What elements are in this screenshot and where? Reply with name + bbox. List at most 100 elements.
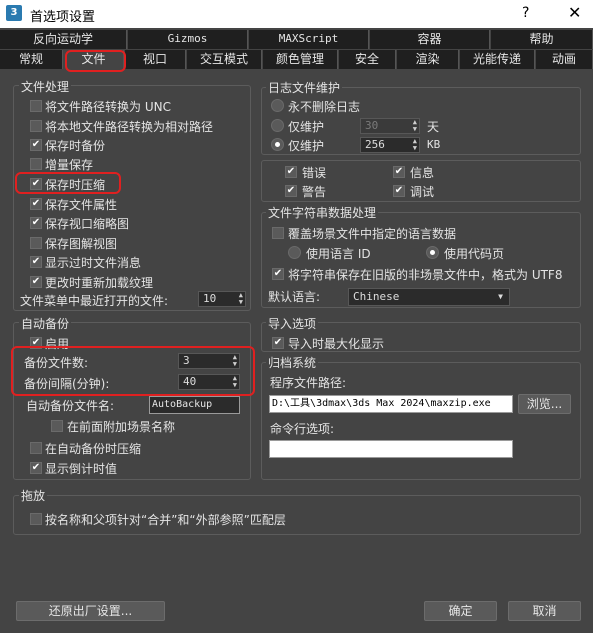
import-maximize-label: 导入时最大化显示 <box>288 337 385 351</box>
save-file-properties-checkbox[interactable] <box>30 198 42 210</box>
save-viewport-thumbnail-label: 保存视口缩略图 <box>45 217 130 231</box>
use-code-page-radio[interactable] <box>426 246 439 259</box>
tab-general[interactable]: 常规 <box>0 50 63 69</box>
recent-files-label: 文件菜单中最近打开的文件: <box>20 294 169 308</box>
close-icon[interactable]: ✕ <box>568 3 581 22</box>
keep-kb-spinner[interactable]: 256 ▲ ▼ <box>360 137 420 153</box>
keep-days-value: 30 <box>365 119 379 132</box>
tab-radiosity[interactable]: 光能传递 <box>460 50 535 69</box>
unc-path-label: 将文件路径转换为 UNC <box>45 100 171 114</box>
never-delete-log-label: 永不删除日志 <box>288 100 361 114</box>
backup-interval-value: 40 <box>183 375 197 388</box>
tab-interaction-mode[interactable]: 交互模式 <box>187 50 262 69</box>
tab-help[interactable]: 帮助 <box>491 30 593 49</box>
log-title: 日志文件维护 <box>266 79 343 96</box>
compress-on-save-checkbox[interactable] <box>30 178 42 190</box>
auto-backup-enable-checkbox[interactable] <box>30 337 42 349</box>
log-info-checkbox[interactable] <box>393 166 405 178</box>
keep-kb-radio[interactable] <box>271 138 284 151</box>
browse-button[interactable]: 浏览... <box>518 394 571 414</box>
save-file-properties-label: 保存文件属性 <box>45 198 118 212</box>
spinner-arrows-icon[interactable]: ▲ ▼ <box>239 292 243 306</box>
save-utf8-checkbox[interactable] <box>272 268 284 280</box>
backup-count-spinner[interactable]: 3 ▲ ▼ <box>178 353 240 369</box>
default-language-value: Chinese <box>353 290 400 303</box>
match-layers-label: 按名称和父项针对“合并”和“外部参照”匹配层 <box>45 513 286 527</box>
override-language-label: 覆盖场景文件中指定的语言数据 <box>288 227 457 241</box>
backup-filename-input[interactable]: AutoBackup <box>149 396 240 414</box>
log-errors-checkbox[interactable] <box>285 166 297 178</box>
file-handling-title: 文件处理 <box>19 78 72 95</box>
program-path-label: 程序文件路径: <box>270 376 347 390</box>
use-language-id-radio[interactable] <box>288 246 301 259</box>
save-utf8-label: 将字符串保存在旧版的非场景文件中，格式为 UTF8 <box>288 268 563 282</box>
compress-backup-checkbox[interactable] <box>30 442 42 454</box>
use-language-id-label: 使用语言 ID <box>306 247 371 261</box>
show-old-file-message-checkbox[interactable] <box>30 256 42 268</box>
keep-kb-value: 256 <box>365 138 385 151</box>
backup-interval-label: 备份间隔(分钟): <box>24 377 110 391</box>
match-layers-checkbox[interactable] <box>30 513 42 525</box>
spinner-arrows-icon[interactable]: ▲ ▼ <box>413 138 417 152</box>
drag-drop-title: 拖放 <box>19 487 48 504</box>
import-maximize-checkbox[interactable] <box>272 337 284 349</box>
tab-security[interactable]: 安全 <box>339 50 396 69</box>
spinner-arrows-icon[interactable]: ▲ ▼ <box>233 354 237 368</box>
prepend-scene-name-checkbox[interactable] <box>51 420 63 432</box>
relative-path-checkbox[interactable] <box>30 120 42 132</box>
default-language-label: 默认语言: <box>268 290 321 304</box>
show-countdown-label: 显示倒计时值 <box>45 462 118 476</box>
tab-containers[interactable]: 容器 <box>370 30 490 49</box>
save-schematic-view-label: 保存图解视图 <box>45 237 118 251</box>
backup-on-save-label: 保存时备份 <box>45 139 106 153</box>
help-button[interactable]: ? <box>522 5 529 21</box>
override-language-checkbox[interactable] <box>272 227 284 239</box>
app-icon: 3 <box>6 5 22 21</box>
save-viewport-thumbnail-checkbox[interactable] <box>30 217 42 229</box>
keep-days-unit: 天 <box>427 120 440 134</box>
backup-on-save-checkbox[interactable] <box>30 139 42 151</box>
tab-viewports[interactable]: 视口 <box>125 50 186 69</box>
backup-interval-spinner[interactable]: 40 ▲ ▼ <box>178 374 240 390</box>
keep-days-label: 仅维护 <box>288 120 325 134</box>
keep-days-spinner[interactable]: 30 ▲ ▼ <box>360 118 420 134</box>
tab-maxscript[interactable]: MAXScript <box>249 30 369 49</box>
cancel-button[interactable]: 取消 <box>508 601 581 621</box>
default-language-dropdown[interactable]: Chinese ▼ <box>348 288 510 306</box>
unc-path-checkbox[interactable] <box>30 100 42 112</box>
archive-title: 归档系统 <box>266 354 319 371</box>
keep-kb-unit: KB <box>427 138 441 151</box>
tab-animation[interactable]: 动画 <box>536 50 593 69</box>
compress-backup-label: 在自动备份时压缩 <box>45 442 142 456</box>
tab-gizmos[interactable]: Gizmos <box>128 30 248 49</box>
recent-files-spinner[interactable]: 10 ▲ ▼ <box>198 291 246 307</box>
spinner-arrows-icon[interactable]: ▲ ▼ <box>233 375 237 389</box>
use-code-page-label: 使用代码页 <box>444 247 505 261</box>
restore-defaults-button[interactable]: 还原出厂设置... <box>16 601 165 621</box>
ok-button[interactable]: 确定 <box>424 601 497 621</box>
relative-path-label: 将本地文件路径转换为相对路径 <box>45 120 214 134</box>
command-line-input[interactable] <box>269 440 513 458</box>
spinner-arrows-icon[interactable]: ▲ ▼ <box>413 119 417 133</box>
keep-days-radio[interactable] <box>271 119 284 132</box>
tab-color-management[interactable]: 颜色管理 <box>263 50 338 69</box>
backup-filename-label: 自动备份文件名: <box>26 399 115 413</box>
reload-textures-checkbox[interactable] <box>30 276 42 288</box>
show-countdown-checkbox[interactable] <box>30 462 42 474</box>
title-bar: 3 首选项设置 ? ✕ <box>0 0 593 28</box>
never-delete-log-radio[interactable] <box>271 99 284 112</box>
log-errors-label: 错误 <box>302 166 327 180</box>
log-warnings-label: 警告 <box>302 185 327 199</box>
tab-rendering[interactable]: 渲染 <box>397 50 459 69</box>
incremental-save-checkbox[interactable] <box>30 158 42 170</box>
save-schematic-view-checkbox[interactable] <box>30 237 42 249</box>
log-debug-checkbox[interactable] <box>393 185 405 197</box>
tab-files[interactable]: 文件 <box>64 50 124 69</box>
window-title: 首选项设置 <box>30 10 96 25</box>
import-title: 导入选项 <box>266 315 319 332</box>
prepend-scene-name-label: 在前面附加场景名称 <box>67 420 176 434</box>
log-warnings-checkbox[interactable] <box>285 185 297 197</box>
tab-ik[interactable]: 反向运动学 <box>0 30 127 49</box>
backup-count-label: 备份文件数: <box>24 356 89 370</box>
program-path-input[interactable]: D:\工具\3dmax\3ds Max 2024\maxzip.exe <box>269 395 513 413</box>
